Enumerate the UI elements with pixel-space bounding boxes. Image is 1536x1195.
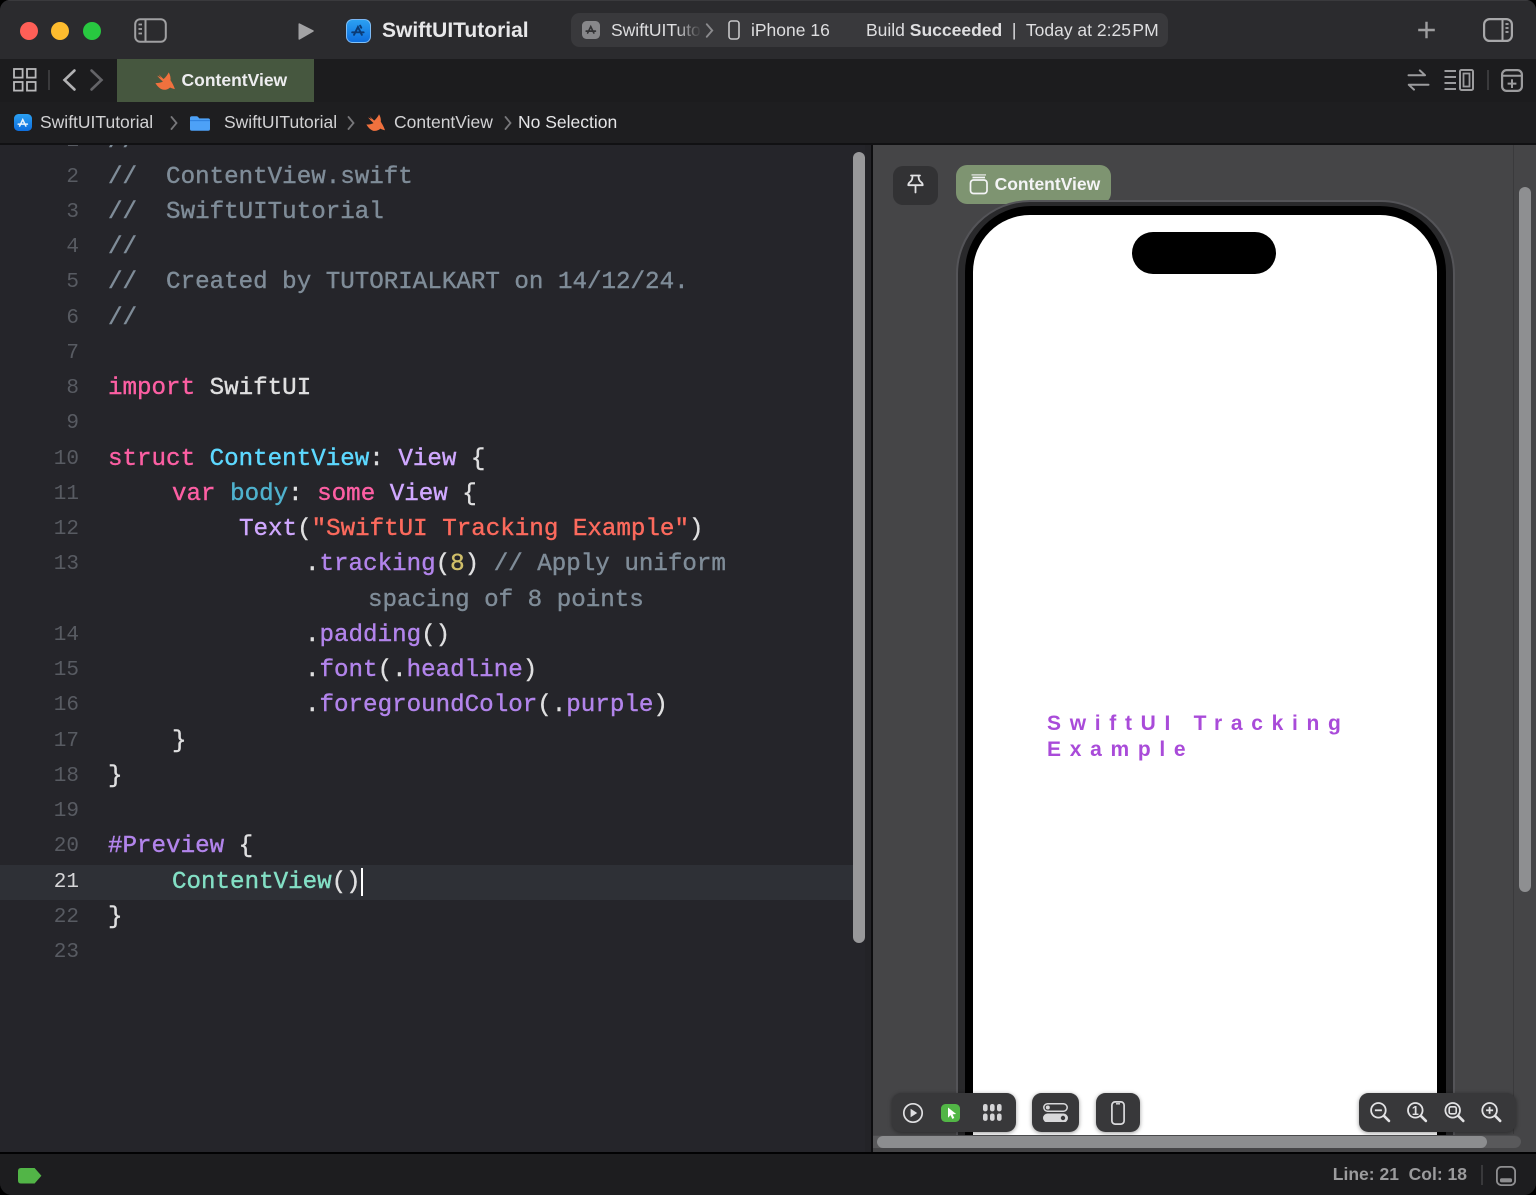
svg-text:1: 1	[1412, 1104, 1419, 1118]
